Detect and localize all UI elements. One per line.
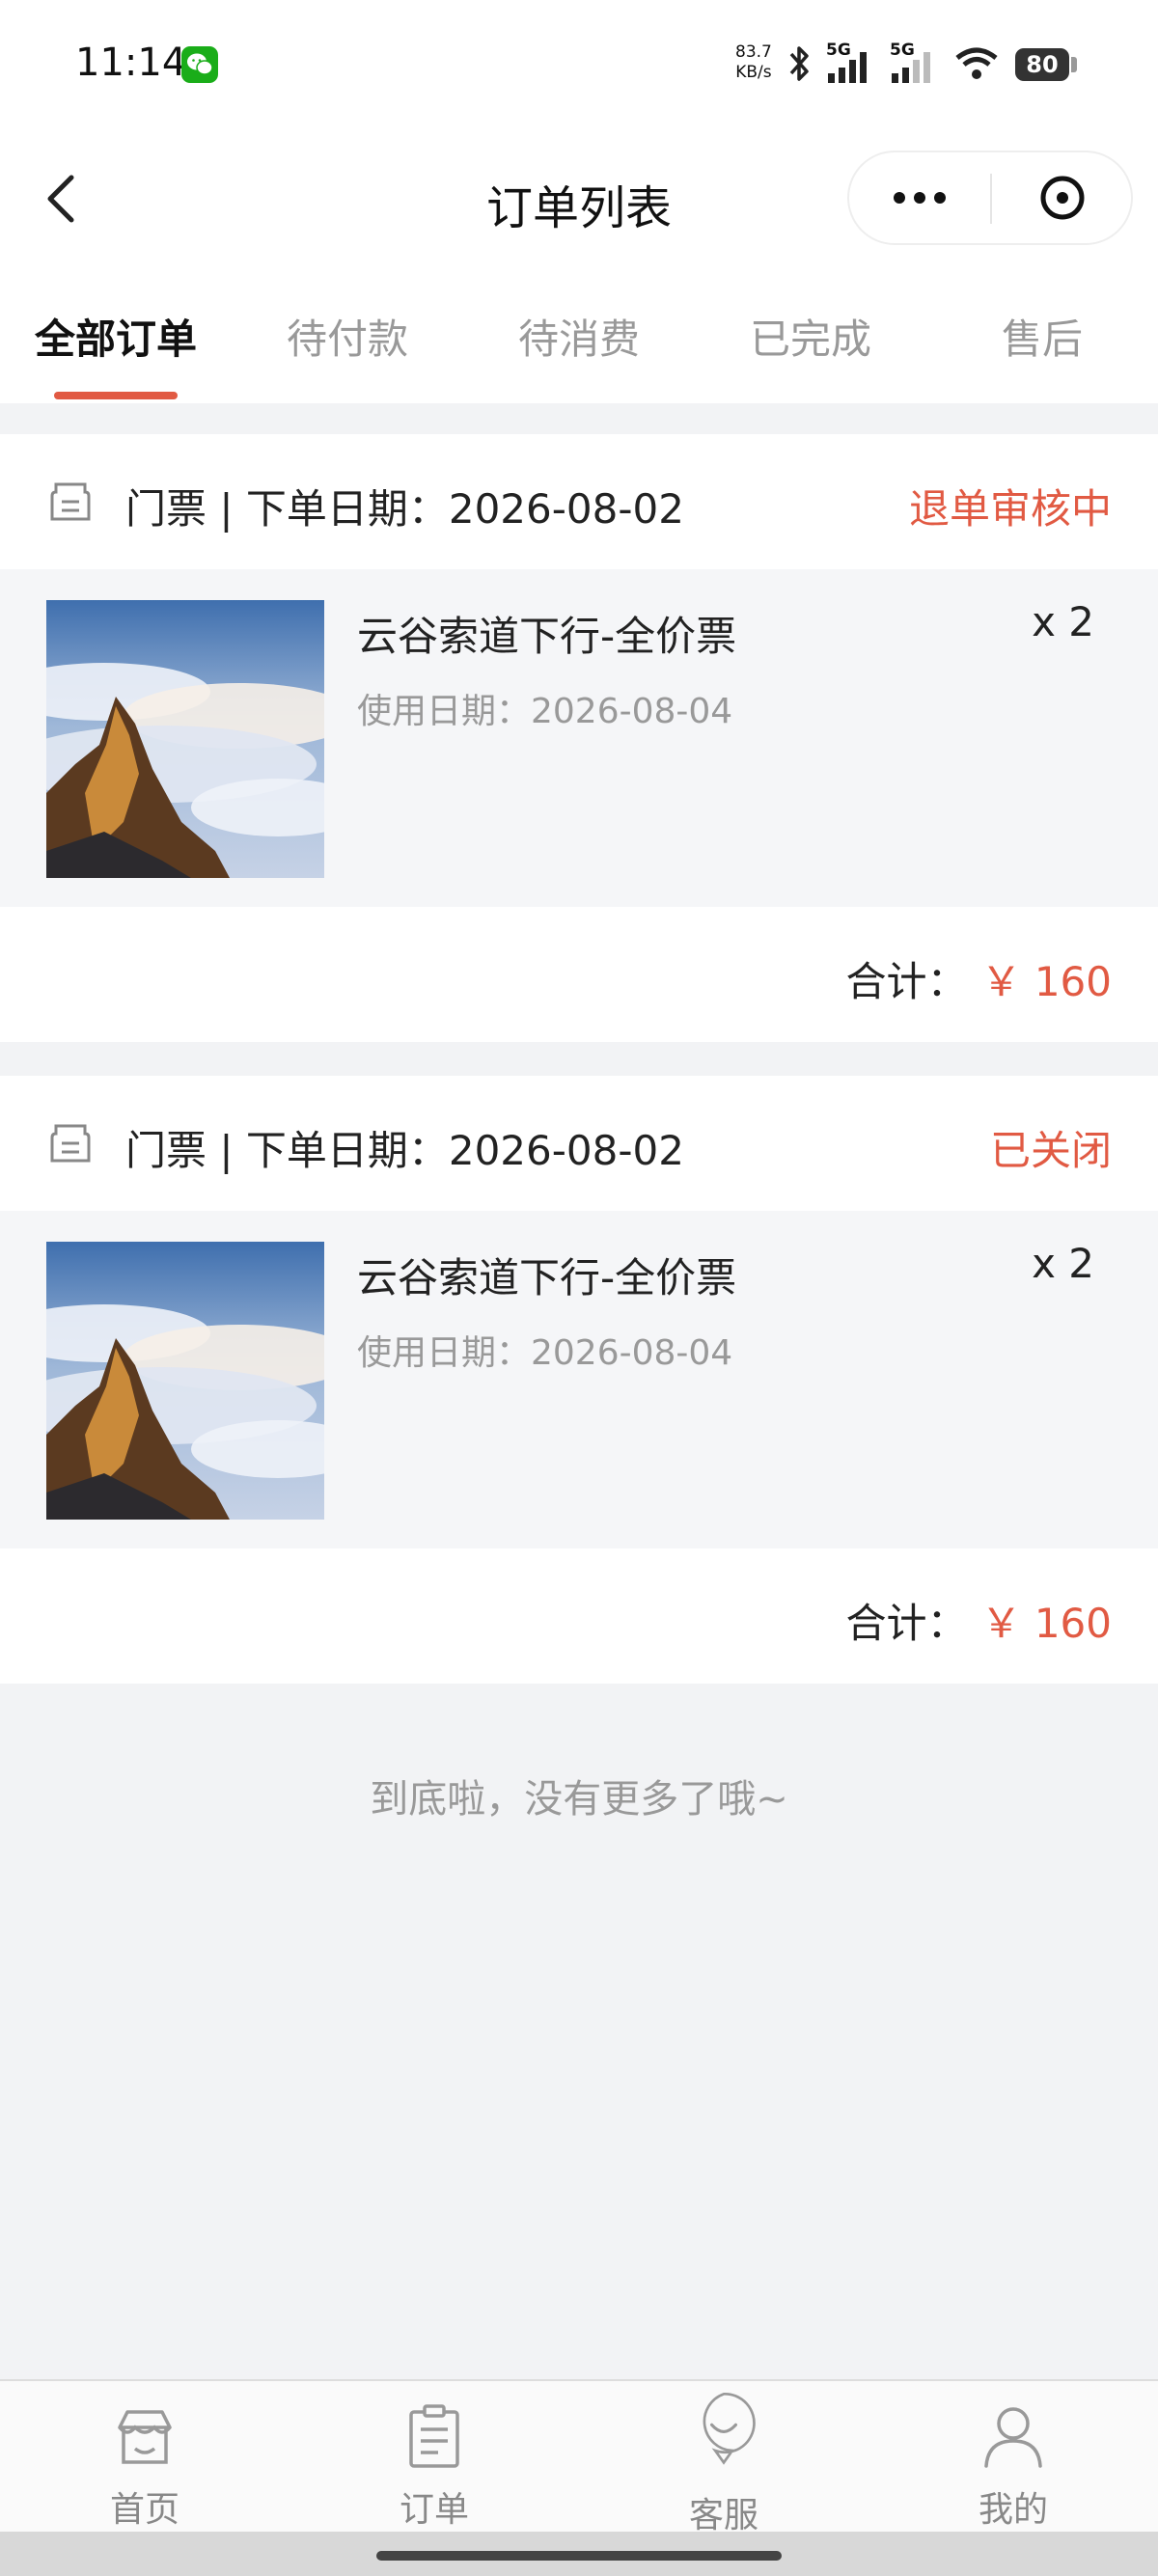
tab-active-indicator — [54, 392, 178, 399]
end-of-list-note: 到底啦，没有更多了哦~ — [370, 1777, 788, 1822]
total-price: ￥ 160 — [980, 1600, 1112, 1647]
tab-completed[interactable]: 已完成 — [695, 307, 926, 366]
bottom-nav-label: 我的 — [978, 2490, 1048, 2530]
network-speed: 83.7 KB/s — [735, 42, 772, 83]
order-item[interactable]: 云谷索道下行-全价票 使用日期：2026-08-04 x 2 — [0, 1211, 1158, 1548]
service-icon — [703, 2392, 756, 2465]
product-thumbnail — [46, 1242, 324, 1520]
wechat-icon — [181, 46, 218, 83]
order-total: 合计： ￥ 160 — [845, 1591, 1112, 1650]
signal-icon — [892, 52, 930, 83]
bottom-nav-label: 客服 — [688, 2496, 758, 2535]
user-icon — [984, 2407, 1042, 2468]
bottom-nav-profile[interactable]: 我的 — [868, 2381, 1158, 2534]
total-price: ￥ 160 — [980, 958, 1112, 1005]
order-tabs: 全部订单 待付款 待消费 已完成 售后 — [0, 260, 1158, 403]
order-status: 已关闭 — [989, 1127, 1112, 1174]
system-gesture-area — [0, 2532, 1158, 2576]
order-card[interactable]: 门票 | 下单日期：2026-08-02 退单审核中 云谷索道下行-全价票 使用… — [0, 434, 1158, 1042]
tab-pending-use[interactable]: 待消费 — [463, 307, 695, 366]
tab-all-orders[interactable]: 全部订单 — [0, 307, 232, 366]
total-label: 合计： — [845, 1600, 968, 1647]
ticket-icon — [50, 482, 91, 521]
order-card[interactable]: 门票 | 下单日期：2026-08-02 已关闭 云谷索道下行-全价票 使用日期… — [0, 1076, 1158, 1684]
bluetooth-icon — [789, 46, 809, 81]
order-total: 合计： ￥ 160 — [845, 949, 1112, 1008]
bottom-nav-orders[interactable]: 订单 — [290, 2381, 579, 2534]
bottom-nav-label: 订单 — [399, 2490, 469, 2530]
bottom-nav-home[interactable]: 首页 — [0, 2381, 290, 2534]
order-footer: 合计： ￥ 160 — [0, 1548, 1158, 1684]
tab-after-sales[interactable]: 售后 — [926, 307, 1158, 366]
ticket-icon — [50, 1124, 91, 1163]
order-header: 门票 | 下单日期：2026-08-02 已关闭 — [0, 1076, 1158, 1211]
more-icon — [894, 192, 946, 204]
net-speed-value: 83.7 — [735, 42, 772, 62]
home-icon — [118, 2410, 172, 2464]
more-button[interactable] — [849, 152, 990, 243]
order-header: 门票 | 下单日期：2026-08-02 退单审核中 — [0, 434, 1158, 569]
product-name: 云谷索道下行-全价票 — [357, 613, 737, 660]
home-indicator[interactable] — [376, 2551, 782, 2561]
use-date: 使用日期：2026-08-04 — [357, 692, 733, 731]
quantity: x 2 — [1032, 1240, 1094, 1287]
product-name: 云谷索道下行-全价票 — [357, 1254, 737, 1302]
total-label: 合计： — [845, 958, 968, 1005]
wifi-icon — [955, 47, 998, 79]
order-status: 退单审核中 — [908, 485, 1112, 533]
tab-pending-payment[interactable]: 待付款 — [232, 307, 463, 366]
quantity: x 2 — [1032, 598, 1094, 645]
nav-bar: 订单列表 — [0, 135, 1158, 260]
battery-tip — [1071, 57, 1077, 72]
product-thumbnail — [46, 600, 324, 878]
order-meta: 门票 | 下单日期：2026-08-02 — [125, 1127, 684, 1174]
status-bar: 11:14 83.7 KB/s 5G 5G 80 — [0, 0, 1158, 135]
close-button[interactable] — [992, 152, 1133, 243]
bottom-tab-bar: 首页 订单 客服 我的 — [0, 2379, 1158, 2535]
order-footer: 合计： ￥ 160 — [0, 907, 1158, 1042]
use-date: 使用日期：2026-08-04 — [357, 1333, 733, 1373]
mini-program-capsule — [847, 151, 1133, 245]
status-time: 11:14 — [75, 41, 187, 85]
signal-icon — [828, 52, 867, 83]
bottom-nav-service[interactable]: 客服 — [579, 2381, 868, 2535]
order-item[interactable]: 云谷索道下行-全价票 使用日期：2026-08-04 x 2 — [0, 569, 1158, 907]
order-meta: 门票 | 下单日期：2026-08-02 — [125, 485, 684, 533]
battery-icon: 80 — [1015, 48, 1069, 81]
close-circle-icon — [1040, 176, 1085, 220]
net-speed-unit: KB/s — [735, 63, 772, 82]
bottom-nav-label: 首页 — [109, 2490, 179, 2530]
order-icon — [409, 2404, 459, 2468]
